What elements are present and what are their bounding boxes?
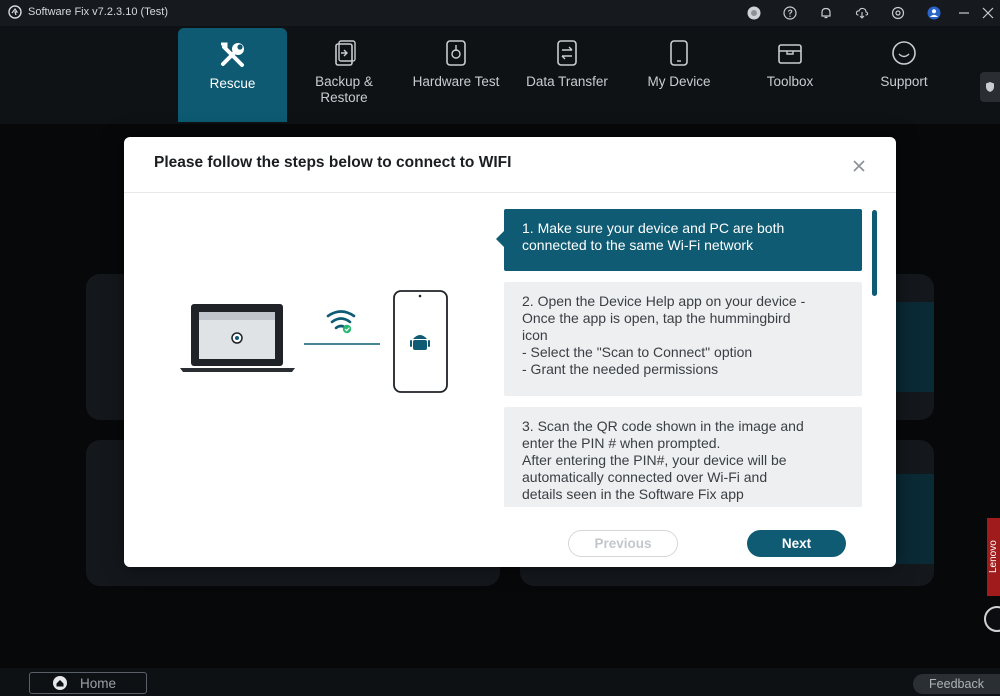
- nav-hardware-test[interactable]: Hardware Test: [401, 26, 511, 124]
- nav-label-hardware-test: Hardware Test: [412, 74, 500, 89]
- app-title: Software Fix v7.2.3.10 (Test): [28, 6, 168, 18]
- previous-button[interactable]: Previous: [568, 530, 678, 557]
- bell-icon[interactable]: [808, 0, 844, 26]
- record-icon[interactable]: [736, 0, 772, 26]
- wifi-icon: [304, 310, 380, 345]
- active-step-pointer: [496, 231, 504, 247]
- feedback-button[interactable]: Feedback: [913, 674, 1000, 694]
- backup-restore-icon: [329, 38, 359, 68]
- home-label: Home: [80, 675, 117, 691]
- app-logo-icon: [8, 5, 22, 19]
- help-icon[interactable]: [772, 0, 808, 26]
- title-bar: Software Fix v7.2.3.10 (Test): [0, 0, 1000, 26]
- nav-toolbox[interactable]: Toolbox: [735, 26, 845, 124]
- next-button[interactable]: Next: [747, 530, 846, 557]
- nav-data-transfer[interactable]: Data Transfer: [512, 26, 622, 124]
- lenovo-tab[interactable]: Lenovo: [987, 518, 1000, 596]
- step-2: 2. Open the Device Help app on your devi…: [504, 282, 862, 396]
- step-3: 3. Scan the QR code shown in the image a…: [504, 407, 862, 507]
- toolbox-icon: [775, 38, 805, 68]
- nav-label-rescue: Rescue: [209, 76, 256, 91]
- nav-support[interactable]: Support: [849, 26, 959, 124]
- dialog-title: Please follow the steps below to connect…: [154, 154, 512, 171]
- data-transfer-icon: [552, 38, 582, 68]
- nav-backup-restore[interactable]: Backup & Restore: [289, 26, 399, 124]
- home-button[interactable]: Home: [29, 672, 147, 694]
- nav-label-backup-restore: Backup & Restore: [315, 74, 373, 105]
- steps-scrollbar[interactable]: [872, 210, 877, 296]
- wrench-screwdriver-icon: [218, 40, 248, 70]
- step-1: 1. Make sure your device and PC are both…: [504, 209, 862, 271]
- minimize-icon[interactable]: [952, 0, 976, 26]
- cloud-download-icon[interactable]: [844, 0, 880, 26]
- hardware-test-icon: [441, 38, 471, 68]
- phone-device-icon: [393, 290, 448, 393]
- nav-label-toolbox: Toolbox: [766, 74, 814, 89]
- settings-icon[interactable]: [880, 0, 916, 26]
- steps-list: 1. Make sure your device and PC are both…: [504, 209, 866, 507]
- nav-label-my-device: My Device: [647, 74, 711, 89]
- divider: [124, 192, 896, 193]
- user-icon[interactable]: [916, 0, 952, 26]
- nav-rescue[interactable]: Rescue: [178, 28, 287, 122]
- nav-my-device[interactable]: My Device: [624, 26, 734, 124]
- shield-icon: [986, 82, 994, 92]
- main-nav: Rescue Backup & Restore Hardware Test Da…: [0, 26, 1000, 124]
- wifi-connection-illustration: [180, 290, 448, 393]
- shield-button[interactable]: [980, 72, 1000, 102]
- bottom-bar: [0, 668, 1000, 696]
- step-2-text: 2. Open the Device Help app on your devi…: [522, 293, 806, 377]
- nav-label-data-transfer: Data Transfer: [526, 74, 608, 89]
- close-window-icon[interactable]: [976, 0, 1000, 26]
- nav-label-support: Support: [880, 74, 928, 89]
- close-icon[interactable]: [852, 159, 866, 173]
- laptop-icon: [180, 304, 295, 372]
- chat-support-icon: [889, 38, 919, 68]
- step-3-text: 3. Scan the QR code shown in the image a…: [522, 418, 804, 502]
- home-icon: [53, 676, 67, 690]
- step-1-text: 1. Make sure your device and PC are both…: [522, 220, 785, 253]
- phone-icon: [664, 38, 694, 68]
- wifi-connect-dialog: Please follow the steps below to connect…: [124, 137, 896, 567]
